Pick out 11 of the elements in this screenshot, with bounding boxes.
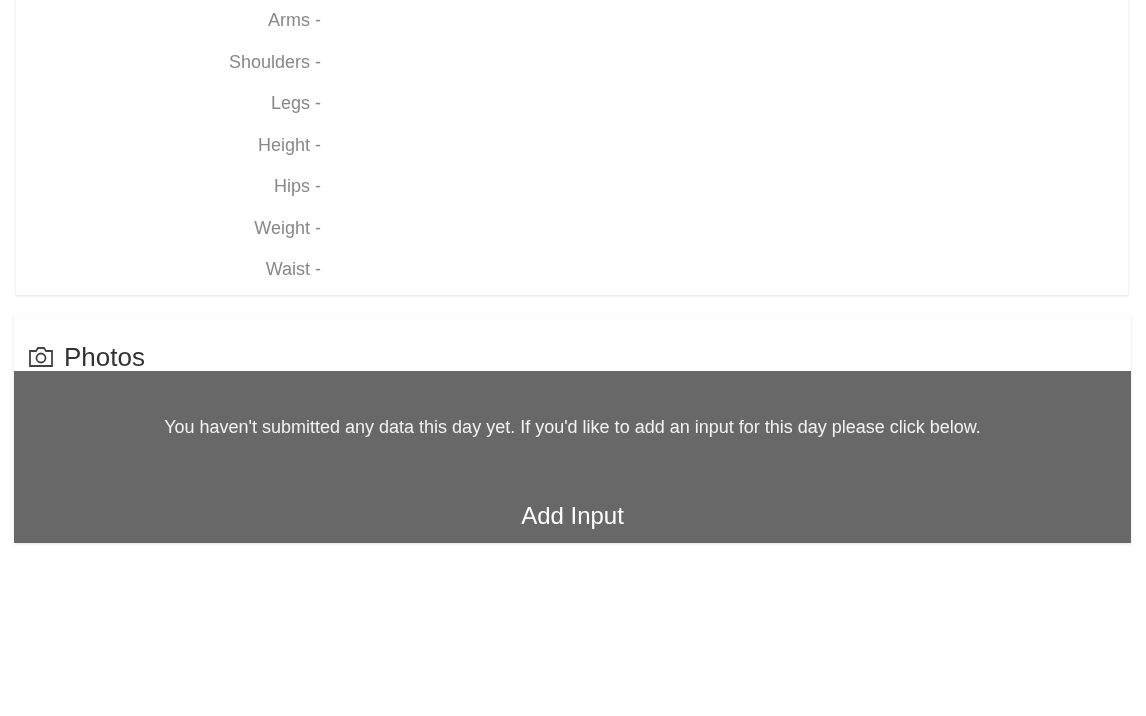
measurement-label: Height - xyxy=(256,134,321,156)
measurement-label: Arms - xyxy=(267,10,321,32)
measurement-label: Waist - xyxy=(264,259,321,281)
photos-title: Photos xyxy=(64,341,145,373)
measurement-label: Legs - xyxy=(269,93,321,115)
measurement-label: Weight - xyxy=(253,217,321,239)
camera-icon xyxy=(28,346,54,368)
add-input-button[interactable]: Add Input xyxy=(511,497,634,534)
measurement-label: Hips - xyxy=(273,176,321,198)
notice-message: You haven't submitted any data this day yet. If you'd like to add an input for this day please click below. xyxy=(164,416,981,438)
measurement-label: Shoulders - xyxy=(227,51,321,73)
